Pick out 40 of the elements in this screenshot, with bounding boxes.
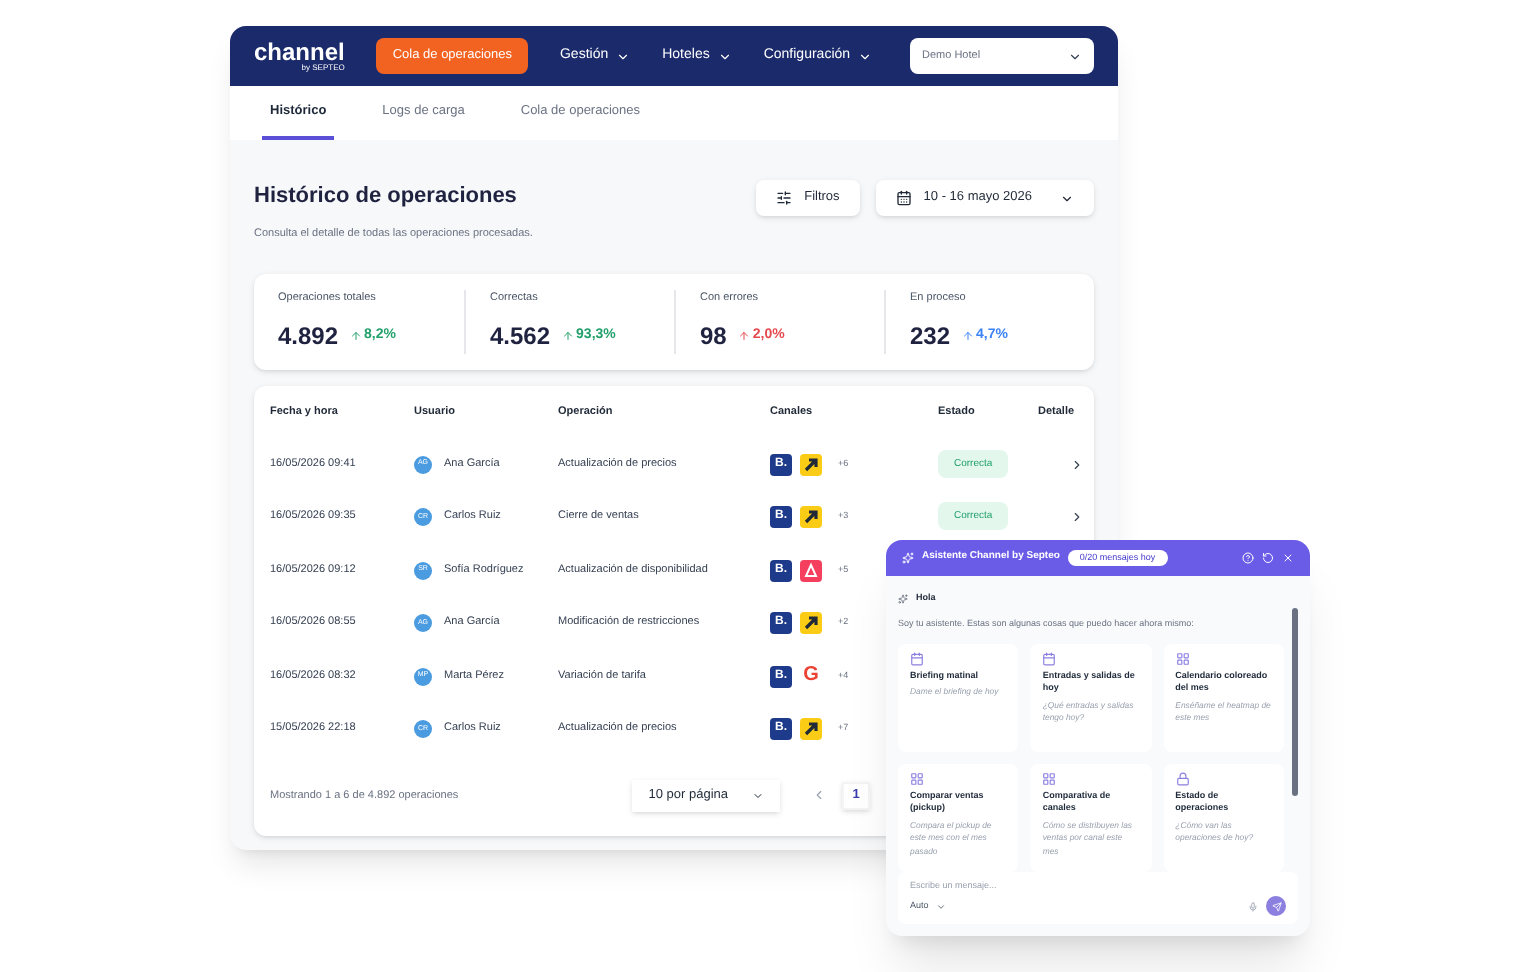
arrow-up-icon <box>738 329 751 342</box>
kpi-value: 4.562 <box>490 319 551 354</box>
google-logo: G <box>801 665 821 687</box>
send-icon <box>1271 901 1281 911</box>
chevron-down-icon <box>717 49 732 63</box>
calendar-icon <box>1042 651 1057 665</box>
chevron-down-icon <box>752 789 764 802</box>
lock-icon <box>1175 771 1190 785</box>
previous-page-icon[interactable] <box>812 788 826 803</box>
arrow-up-icon <box>562 329 575 342</box>
chevron-down-icon <box>858 49 873 63</box>
arrow-logo-icon <box>800 718 822 740</box>
sparkle-icon <box>902 552 914 564</box>
arrow-up-icon <box>962 329 975 342</box>
logo-text: channel <box>254 40 345 64</box>
chevron-down-icon <box>936 901 947 911</box>
arrow-logo-icon <box>800 506 822 528</box>
reset-icon[interactable] <box>1262 552 1274 564</box>
kpi-value: 232 <box>910 319 951 354</box>
chevron-down-icon <box>616 49 631 63</box>
kpi-value: 4.892 <box>278 319 339 354</box>
close-icon[interactable] <box>1282 552 1294 564</box>
chevron-right-icon[interactable] <box>1070 510 1084 524</box>
arrow-logo-icon <box>800 453 822 475</box>
sparkle-icon <box>898 593 908 604</box>
chevron-down-icon <box>1068 49 1082 63</box>
page-title: Histórico de operaciones <box>254 182 519 212</box>
grid-icon <box>1175 651 1190 665</box>
kpi-value: 98 <box>700 319 727 354</box>
filter-icon <box>776 190 793 206</box>
help-icon[interactable] <box>1242 552 1254 564</box>
arrow-logo-icon <box>800 612 822 634</box>
grid-icon <box>910 771 924 785</box>
calendar-icon <box>910 651 924 665</box>
calendar-icon <box>895 190 912 206</box>
grid-icon <box>1042 771 1057 785</box>
chevron-down-icon <box>1060 191 1074 205</box>
send-button[interactable] <box>1266 896 1286 916</box>
arrow-up-icon <box>350 329 363 342</box>
chevron-right-icon[interactable] <box>1070 457 1084 471</box>
